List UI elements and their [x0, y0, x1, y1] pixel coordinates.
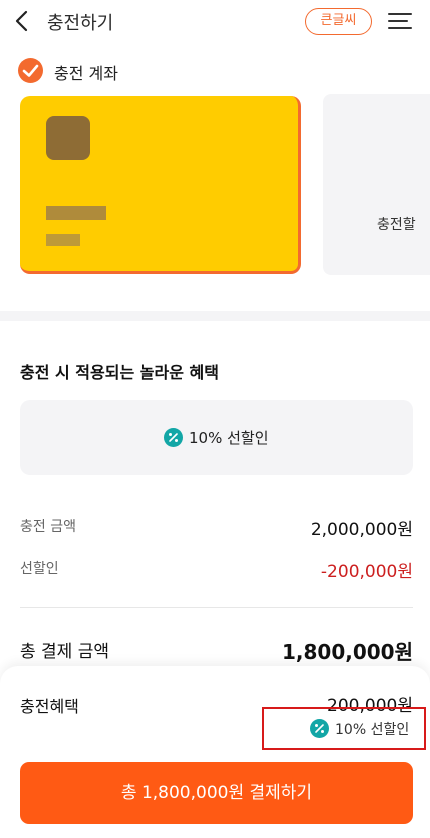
page-title: 충전하기: [47, 13, 114, 34]
charge-amount-value: 2,000,000원: [310, 520, 413, 540]
check-icon: [22, 64, 39, 77]
benefits-section-title: 충전 시 적용되는 놀라운 혜택: [20, 363, 219, 382]
highlight-annotation-box: [262, 707, 426, 750]
account-card-selected[interactable]: [20, 96, 301, 274]
pixelated-account-name: [46, 206, 106, 220]
percent-icon: [164, 428, 183, 447]
charge-amount-label: 충전 금액: [20, 519, 76, 535]
divider-line: [20, 607, 413, 608]
charge-page: 충전하기 큰글씨 충전 계좌 충전할 충전 시 적용되는 놀라운 혜택 10% …: [0, 0, 430, 838]
large-font-button[interactable]: 큰글씨: [305, 8, 372, 35]
pixelated-account-number: [46, 234, 80, 246]
add-account-card[interactable]: 충전할: [323, 94, 430, 275]
discount-benefit: 10% 선할인: [164, 427, 269, 448]
header: 충전하기 큰글씨: [0, 0, 430, 44]
section-divider: [0, 311, 430, 321]
discount-label: 선할인: [20, 561, 59, 577]
pixelated-bank-logo: [46, 116, 90, 160]
benefit-box: 10% 선할인: [20, 400, 413, 475]
chevron-left-icon: [15, 10, 28, 32]
discount-value: -200,000원: [320, 562, 413, 582]
back-button[interactable]: [10, 8, 36, 34]
charge-account-label: 충전 계좌: [54, 64, 118, 83]
account-checkbox[interactable]: [18, 58, 43, 83]
menu-button[interactable]: [388, 9, 412, 33]
bottom-payment-sheet: 충전혜택 200,000원 10% 선할인 총 1,800,000원 결제하기: [0, 666, 430, 838]
discount-benefit-label: 10% 선할인: [189, 429, 269, 447]
add-account-label: 충전할: [377, 217, 416, 233]
total-payment-value: 1,800,000원: [281, 640, 413, 664]
charge-benefit-label: 충전혜택: [20, 697, 79, 716]
hamburger-icon: [388, 13, 412, 29]
total-payment-label: 총 결제 금액: [20, 642, 110, 662]
pay-button[interactable]: 총 1,800,000원 결제하기: [20, 762, 413, 824]
